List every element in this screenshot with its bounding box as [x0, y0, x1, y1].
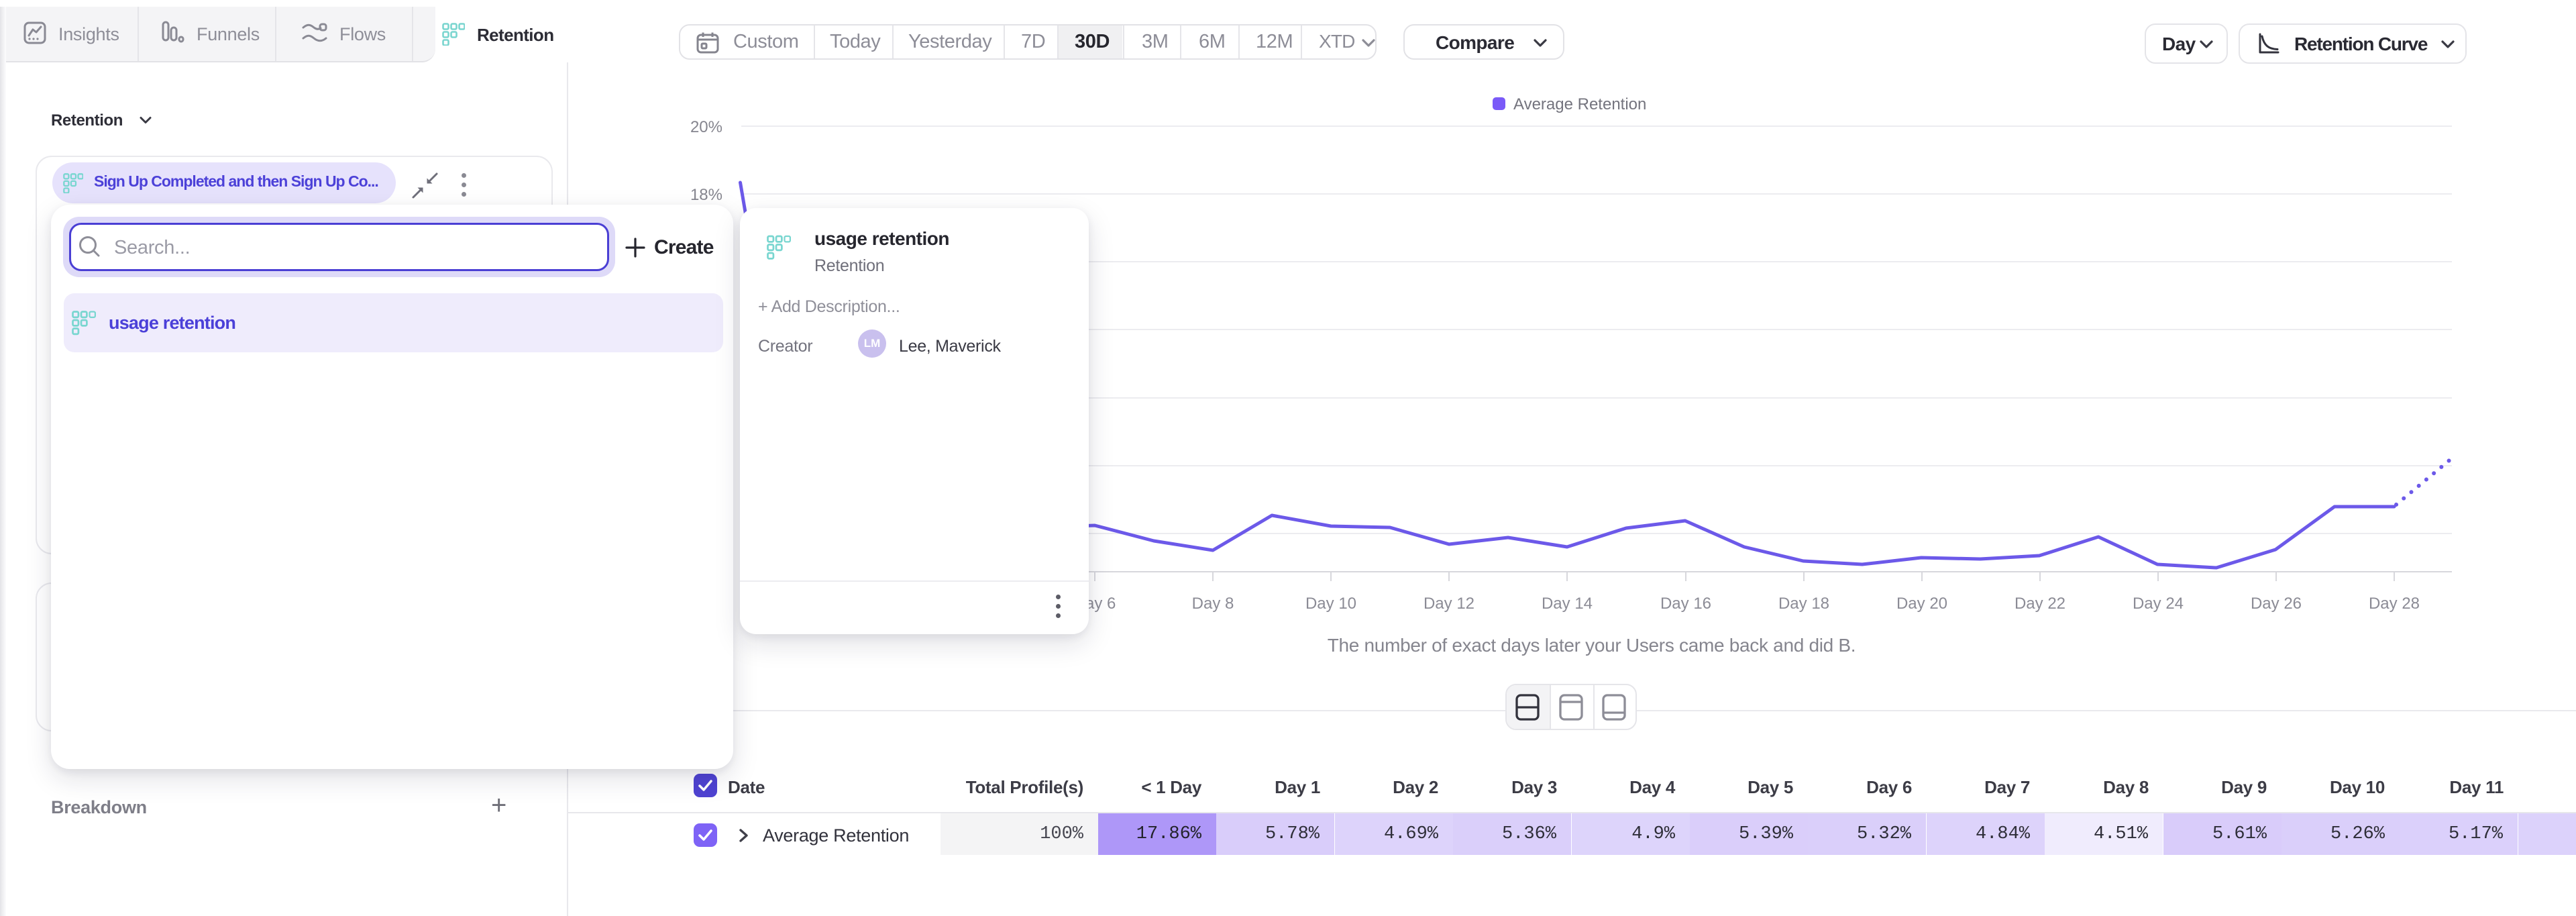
svg-text:Day 14: Day 14 — [1542, 595, 1593, 613]
svg-text:20%: 20% — [690, 118, 722, 136]
svg-text:Day 12: Day 12 — [1424, 595, 1474, 613]
svg-text:Average Retention: Average Retention — [1513, 95, 1646, 113]
svg-text:Day 22: Day 22 — [2015, 595, 2065, 613]
svg-text:Day 20: Day 20 — [1896, 595, 1947, 613]
svg-text:Day 18: Day 18 — [1778, 595, 1829, 613]
svg-text:Day 28: Day 28 — [2369, 595, 2420, 613]
svg-text:Day 24: Day 24 — [2133, 595, 2184, 613]
svg-text:18%: 18% — [690, 186, 722, 204]
svg-text:Day 26: Day 26 — [2251, 595, 2302, 613]
svg-text:Day 10: Day 10 — [1305, 595, 1356, 613]
svg-text:Day 16: Day 16 — [1660, 595, 1711, 613]
svg-text:Day 8: Day 8 — [1192, 595, 1234, 613]
